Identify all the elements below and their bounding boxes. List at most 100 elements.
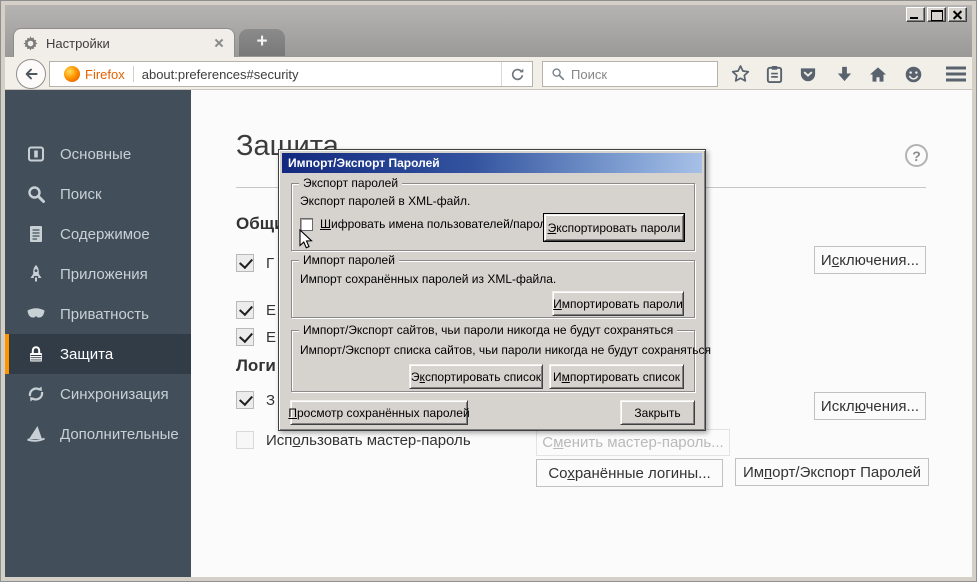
- minimize-button[interactable]: [906, 7, 925, 22]
- window-titlebar: Настройки +: [5, 5, 972, 57]
- urlbar-divider: [133, 66, 134, 82]
- tab-title: Настройки: [46, 36, 110, 51]
- sidebar-item-search[interactable]: Поиск: [5, 174, 191, 214]
- sidebar-item-advanced[interactable]: Дополнительные: [5, 414, 191, 454]
- remember-logins-checkbox[interactable]: [236, 391, 254, 409]
- reload-button[interactable]: [501, 62, 532, 86]
- downloads-button[interactable]: [833, 64, 855, 84]
- browser-window: Настройки + Firefox about:preferences#se…: [0, 0, 977, 582]
- block-forgery-sites-label: Е: [266, 329, 276, 346]
- firefox-logo-icon: [64, 66, 80, 82]
- remember-logins-label: З: [266, 392, 275, 409]
- group-legend: Импорт паролей: [299, 253, 399, 267]
- block-attack-sites-label: Е: [266, 302, 276, 319]
- reload-icon: [510, 67, 525, 82]
- warn-addons-label: Г: [266, 255, 274, 272]
- import-export-dialog: Импорт/Экспорт Паролей Экспорт паролей Э…: [278, 149, 706, 431]
- feedback-button[interactable]: [902, 64, 924, 84]
- sites-description: Импорт/Экспорт списка сайтов, чьи пароли…: [300, 343, 711, 357]
- export-passwords-group: Экспорт паролей Экспорт паролей в XML-фа…: [291, 183, 695, 251]
- lock-icon: [26, 344, 46, 364]
- back-button[interactable]: [16, 59, 46, 89]
- export-passwords-button[interactable]: Экспортировать пароли: [544, 214, 684, 241]
- home-icon: [868, 65, 888, 84]
- help-button[interactable]: ?: [905, 144, 928, 167]
- search-icon: [551, 67, 565, 81]
- import-list-button[interactable]: Импортировать список: [549, 364, 684, 389]
- sidebar-item-privacy[interactable]: Приватность: [5, 294, 191, 334]
- sidebar-item-security[interactable]: Защита: [5, 334, 191, 374]
- menu-button[interactable]: [943, 64, 969, 84]
- import-export-passwords-button[interactable]: Импорт/Экспорт Паролей: [735, 458, 929, 486]
- sidebar-item-label: Синхронизация: [60, 386, 169, 403]
- mask-icon: [26, 304, 46, 324]
- sync-icon: [26, 384, 46, 404]
- use-master-password-label: Использовать мастер-пароль: [266, 432, 471, 449]
- sidebar-item-label: Содержимое: [60, 226, 150, 243]
- clipboard-list-icon: [765, 65, 784, 84]
- sidebar-item-label: Основные: [60, 146, 131, 163]
- block-forgery-sites-checkbox[interactable]: [236, 328, 254, 346]
- download-arrow-icon: [835, 65, 854, 84]
- dialog-titlebar[interactable]: Импорт/Экспорт Паролей: [282, 153, 702, 173]
- sidebar-item-label: Приватность: [60, 306, 149, 323]
- import-description: Импорт сохранённых паролей из XML-файла.: [300, 272, 556, 286]
- back-arrow-icon: [23, 66, 39, 82]
- mouse-cursor: [299, 229, 314, 250]
- group-legend: Экспорт паролей: [299, 176, 402, 190]
- pocket-button[interactable]: [797, 64, 819, 84]
- use-master-password-checkbox[interactable]: [236, 431, 254, 449]
- bookmarks-menu-button[interactable]: [763, 64, 785, 84]
- pocket-icon: [798, 65, 818, 84]
- url-bar[interactable]: Firefox about:preferences#security: [49, 61, 533, 87]
- import-export-sites-group: Импорт/Экспорт сайтов, чьи пароли никогд…: [291, 330, 695, 392]
- home-button[interactable]: [867, 64, 889, 84]
- saved-logins-button[interactable]: Сохранённые логины...: [536, 459, 723, 487]
- sidebar-item-general[interactable]: Основные: [5, 134, 191, 174]
- document-icon: [26, 224, 46, 244]
- smiley-icon: [904, 65, 923, 84]
- preferences-sidebar: Основные Поиск Содержимое: [5, 90, 191, 577]
- encrypt-checkbox-label[interactable]: Шифровать имена пользователей/пароли: [320, 217, 553, 231]
- search-input[interactable]: Поиск: [542, 61, 718, 87]
- navigation-toolbar: Firefox about:preferences#security Поиск: [5, 57, 972, 90]
- tab-settings[interactable]: Настройки: [13, 28, 235, 57]
- identity-badge[interactable]: Firefox: [64, 66, 125, 82]
- control-panel-icon: [26, 144, 46, 164]
- tab-close-icon[interactable]: [213, 37, 225, 49]
- identity-label: Firefox: [85, 67, 125, 82]
- hamburger-icon: [945, 65, 967, 83]
- group-legend: Импорт/Экспорт сайтов, чьи пароли никогд…: [299, 323, 677, 337]
- sidebar-item-label: Защита: [60, 346, 113, 363]
- change-master-password-button: Сменить мастер-пароль...: [536, 429, 730, 456]
- window-controls: [906, 7, 967, 22]
- sidebar-item-sync[interactable]: Синхронизация: [5, 374, 191, 414]
- star-icon: [730, 64, 751, 84]
- view-saved-passwords-button[interactable]: Просмотр сохранённых паролей: [290, 400, 468, 425]
- close-dialog-button[interactable]: Закрыть: [620, 400, 695, 425]
- sidebar-item-label: Приложения: [60, 266, 148, 283]
- url-text[interactable]: about:preferences#security: [142, 67, 299, 82]
- export-description: Экспорт паролей в XML-файл.: [300, 194, 470, 208]
- maximize-button[interactable]: [927, 7, 946, 22]
- exceptions-logins-button[interactable]: Исключения...: [814, 392, 926, 420]
- exceptions-addons-button[interactable]: Исключения...: [814, 246, 926, 274]
- search-placeholder: Поиск: [571, 67, 607, 82]
- bookmark-star-button[interactable]: [729, 64, 751, 84]
- import-passwords-group: Импорт паролей Импорт сохранённых пароле…: [291, 260, 695, 318]
- import-passwords-button[interactable]: Импортировать пароли: [552, 291, 684, 316]
- sidebar-item-label: Дополнительные: [60, 426, 179, 443]
- wizard-hat-icon: [26, 424, 46, 444]
- close-window-button[interactable]: [948, 7, 967, 22]
- block-attack-sites-checkbox[interactable]: [236, 301, 254, 319]
- export-list-button[interactable]: Экспортировать список: [409, 364, 543, 389]
- new-tab-button[interactable]: +: [239, 29, 285, 56]
- logins-section-heading: Логи: [236, 356, 276, 376]
- gear-icon: [23, 36, 38, 51]
- sidebar-item-label: Поиск: [60, 186, 102, 203]
- sidebar-item-applications[interactable]: Приложения: [5, 254, 191, 294]
- rocket-icon: [26, 264, 46, 284]
- search-icon: [26, 184, 46, 204]
- sidebar-item-content[interactable]: Содержимое: [5, 214, 191, 254]
- warn-addons-checkbox[interactable]: [236, 254, 254, 272]
